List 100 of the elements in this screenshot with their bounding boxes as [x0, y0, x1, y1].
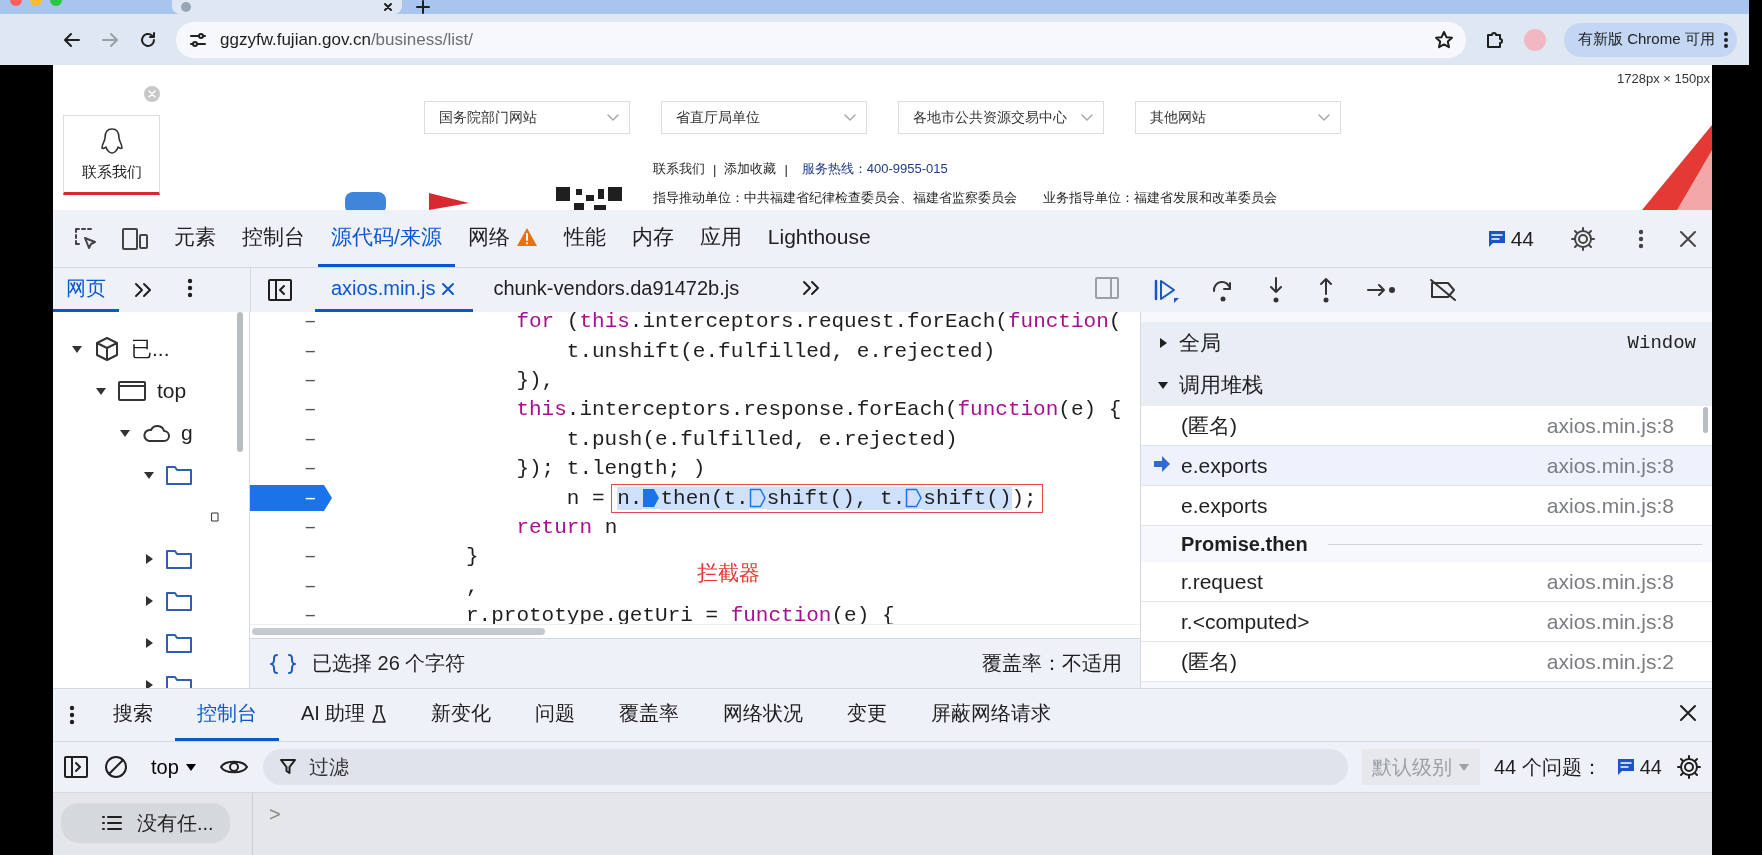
inline-breakpoint-icon[interactable] — [642, 487, 661, 510]
caret-icon[interactable] — [95, 385, 107, 397]
drawer-tab[interactable]: 新变化 — [409, 689, 514, 741]
close-icon[interactable] — [1678, 228, 1698, 249]
file-tab[interactable]: chunk-vendors.da91472b.js — [477, 268, 758, 312]
scope-row[interactable]: 全局 Window — [1141, 322, 1712, 364]
folder-icon — [165, 464, 193, 486]
call-frame[interactable]: e.exports axios.min.js:8 — [1141, 446, 1712, 486]
devtools-tab[interactable]: 应用 — [686, 210, 755, 267]
close-icon[interactable] — [1678, 703, 1698, 723]
breakpoint-marker-icon[interactable] — [250, 485, 332, 512]
code-line: return n — [515, 515, 618, 539]
call-frame[interactable]: (匿名) axios.min.js:2 — [1141, 642, 1712, 682]
site-dropdown[interactable]: 其他网站 — [1135, 101, 1341, 134]
settings-icon[interactable] — [1676, 754, 1702, 780]
frame-location[interactable]: axios.min.js:8 — [1546, 569, 1696, 594]
code-line: }), — [515, 368, 555, 392]
close-icon[interactable] — [382, 1, 394, 13]
scope-value: Window — [1627, 332, 1696, 354]
frame-location[interactable]: axios.min.js:8 — [1546, 609, 1696, 634]
drawer-tab[interactable]: 问题 — [513, 689, 598, 741]
devtools-tab[interactable]: 控制台 — [229, 210, 318, 267]
drawer-tab[interactable]: 屏蔽网络请求 — [909, 689, 1074, 741]
caret-icon[interactable] — [143, 637, 155, 649]
frame-location[interactable]: axios.min.js:2 — [1546, 649, 1696, 674]
devtools-tab[interactable]: 性能 — [550, 210, 619, 267]
issues-label: 44 个问题： — [1493, 754, 1602, 780]
caret-icon[interactable] — [143, 469, 155, 481]
panel-toggle-icon[interactable] — [1094, 276, 1120, 300]
site-dropdown[interactable]: 各地市公共资源交易中心 — [898, 101, 1104, 134]
inspect-icon[interactable] — [73, 225, 99, 252]
chevron-down-icon — [1318, 113, 1330, 122]
line-marker: – — [304, 574, 317, 598]
chevron-double-icon[interactable] — [801, 280, 822, 296]
update-chrome-button[interactable]: 有新版 Chrome 可用 — [1564, 22, 1737, 57]
current-frame-arrow-icon — [1153, 454, 1171, 473]
new-tab-icon[interactable] — [416, 0, 430, 14]
inline-breakpoint-icon[interactable] — [905, 487, 924, 510]
filter-field[interactable]: 过滤 — [262, 749, 1348, 785]
section-header[interactable]: 调用堆栈 — [1141, 364, 1712, 406]
sidebar-toggle-icon[interactable] — [267, 278, 293, 302]
code-text: n. — [617, 486, 643, 510]
tree-item-label[interactable]: top — [157, 379, 187, 403]
call-frame[interactable]: r.request axios.min.js:8 — [1141, 562, 1712, 602]
drawer-tab[interactable]: 变更 — [825, 689, 910, 741]
star-icon[interactable] — [1434, 29, 1454, 50]
caret-icon[interactable] — [71, 343, 83, 355]
caret-icon[interactable] — [1157, 337, 1169, 349]
frame-location[interactable]: axios.min.js:8 — [1546, 453, 1696, 478]
reload-icon[interactable] — [138, 29, 158, 50]
caret-icon[interactable] — [143, 553, 155, 565]
call-frame[interactable]: e.exports axios.min.js:8 — [1141, 486, 1712, 526]
caret-icon[interactable] — [1157, 379, 1169, 391]
devtools-tab[interactable]: 元素 — [161, 210, 229, 267]
message-icon — [1615, 757, 1636, 777]
caret-icon[interactable] — [119, 427, 131, 439]
footer-link[interactable]: 添加收藏 — [724, 160, 777, 178]
issues-badge[interactable]: 44 — [1615, 755, 1662, 779]
call-frame[interactable]: (匿名) axios.min.js:8 — [1141, 406, 1712, 446]
frame-location[interactable]: axios.min.js:8 — [1546, 493, 1696, 518]
address-bar[interactable]: ggzyfw.fujian.gov.cn/business/list/ — [176, 21, 1466, 58]
guide-units-text: 指导推动单位：中共福建省纪律检查委员会、福建省监察委员会 — [653, 189, 1017, 207]
frame-location[interactable]: axios.min.js:8 — [1546, 413, 1696, 438]
devtools-tab[interactable]: 网络 — [454, 210, 551, 267]
drawer-tab[interactable]: AI 助理 — [279, 689, 410, 741]
kebab-icon[interactable] — [69, 704, 75, 726]
tree-item-label[interactable]: g — [181, 421, 193, 445]
scrollbar-thumb[interactable] — [1703, 407, 1708, 433]
business-units-text: 业务指导单位：福建省发展和改革委员会 — [1043, 189, 1277, 207]
frame-name: r.<computed> — [1181, 609, 1310, 634]
caret-icon[interactable] — [143, 595, 155, 607]
call-frame[interactable]: r.<computed> axios.min.js:8 — [1141, 602, 1712, 642]
settings-icon[interactable] — [1570, 225, 1596, 252]
drawer-tab[interactable]: 搜索 — [91, 689, 175, 741]
sidebar-toggle-icon[interactable] — [63, 755, 89, 779]
context-dropdown[interactable]: top — [143, 755, 205, 779]
clear-icon[interactable] — [103, 754, 129, 780]
scrollbar-thumb[interactable] — [252, 628, 545, 635]
coverage-status: 覆盖率：不适用 — [982, 651, 1122, 676]
chevron-double-icon[interactable] — [133, 282, 153, 298]
site-dropdown[interactable]: 国务院部门网站 — [424, 101, 630, 134]
kebab-icon[interactable] — [187, 277, 193, 299]
deactivate-breakpoints-icon[interactable] — [1428, 277, 1458, 303]
kebab-icon[interactable] — [1638, 227, 1644, 250]
braces-icon[interactable] — [268, 651, 298, 676]
window-icon — [117, 379, 147, 403]
scrollbar-thumb[interactable] — [237, 312, 243, 452]
devtools-tab[interactable]: 内存 — [618, 210, 687, 267]
footer-link[interactable]: 联系我们 — [653, 160, 705, 178]
contact-card[interactable]: 联系我们 — [63, 115, 160, 195]
line-marker: – — [304, 604, 317, 624]
site-dropdown[interactable]: 省直厅局单位 — [661, 101, 867, 134]
messages-badge[interactable]: 44 — [1486, 226, 1534, 251]
devtools-tab[interactable]: Lighthouse — [754, 210, 884, 267]
drawer-tab[interactable]: 网络状况 — [701, 689, 826, 741]
device-toolbar-icon[interactable] — [121, 225, 149, 252]
console-sidebar-item[interactable]: 没有任... — [61, 803, 230, 843]
drawer-tab[interactable]: 覆盖率 — [597, 689, 702, 741]
async-separator-label: Promise.then — [1181, 532, 1308, 556]
tree-item-label[interactable]: 已... — [131, 335, 170, 363]
